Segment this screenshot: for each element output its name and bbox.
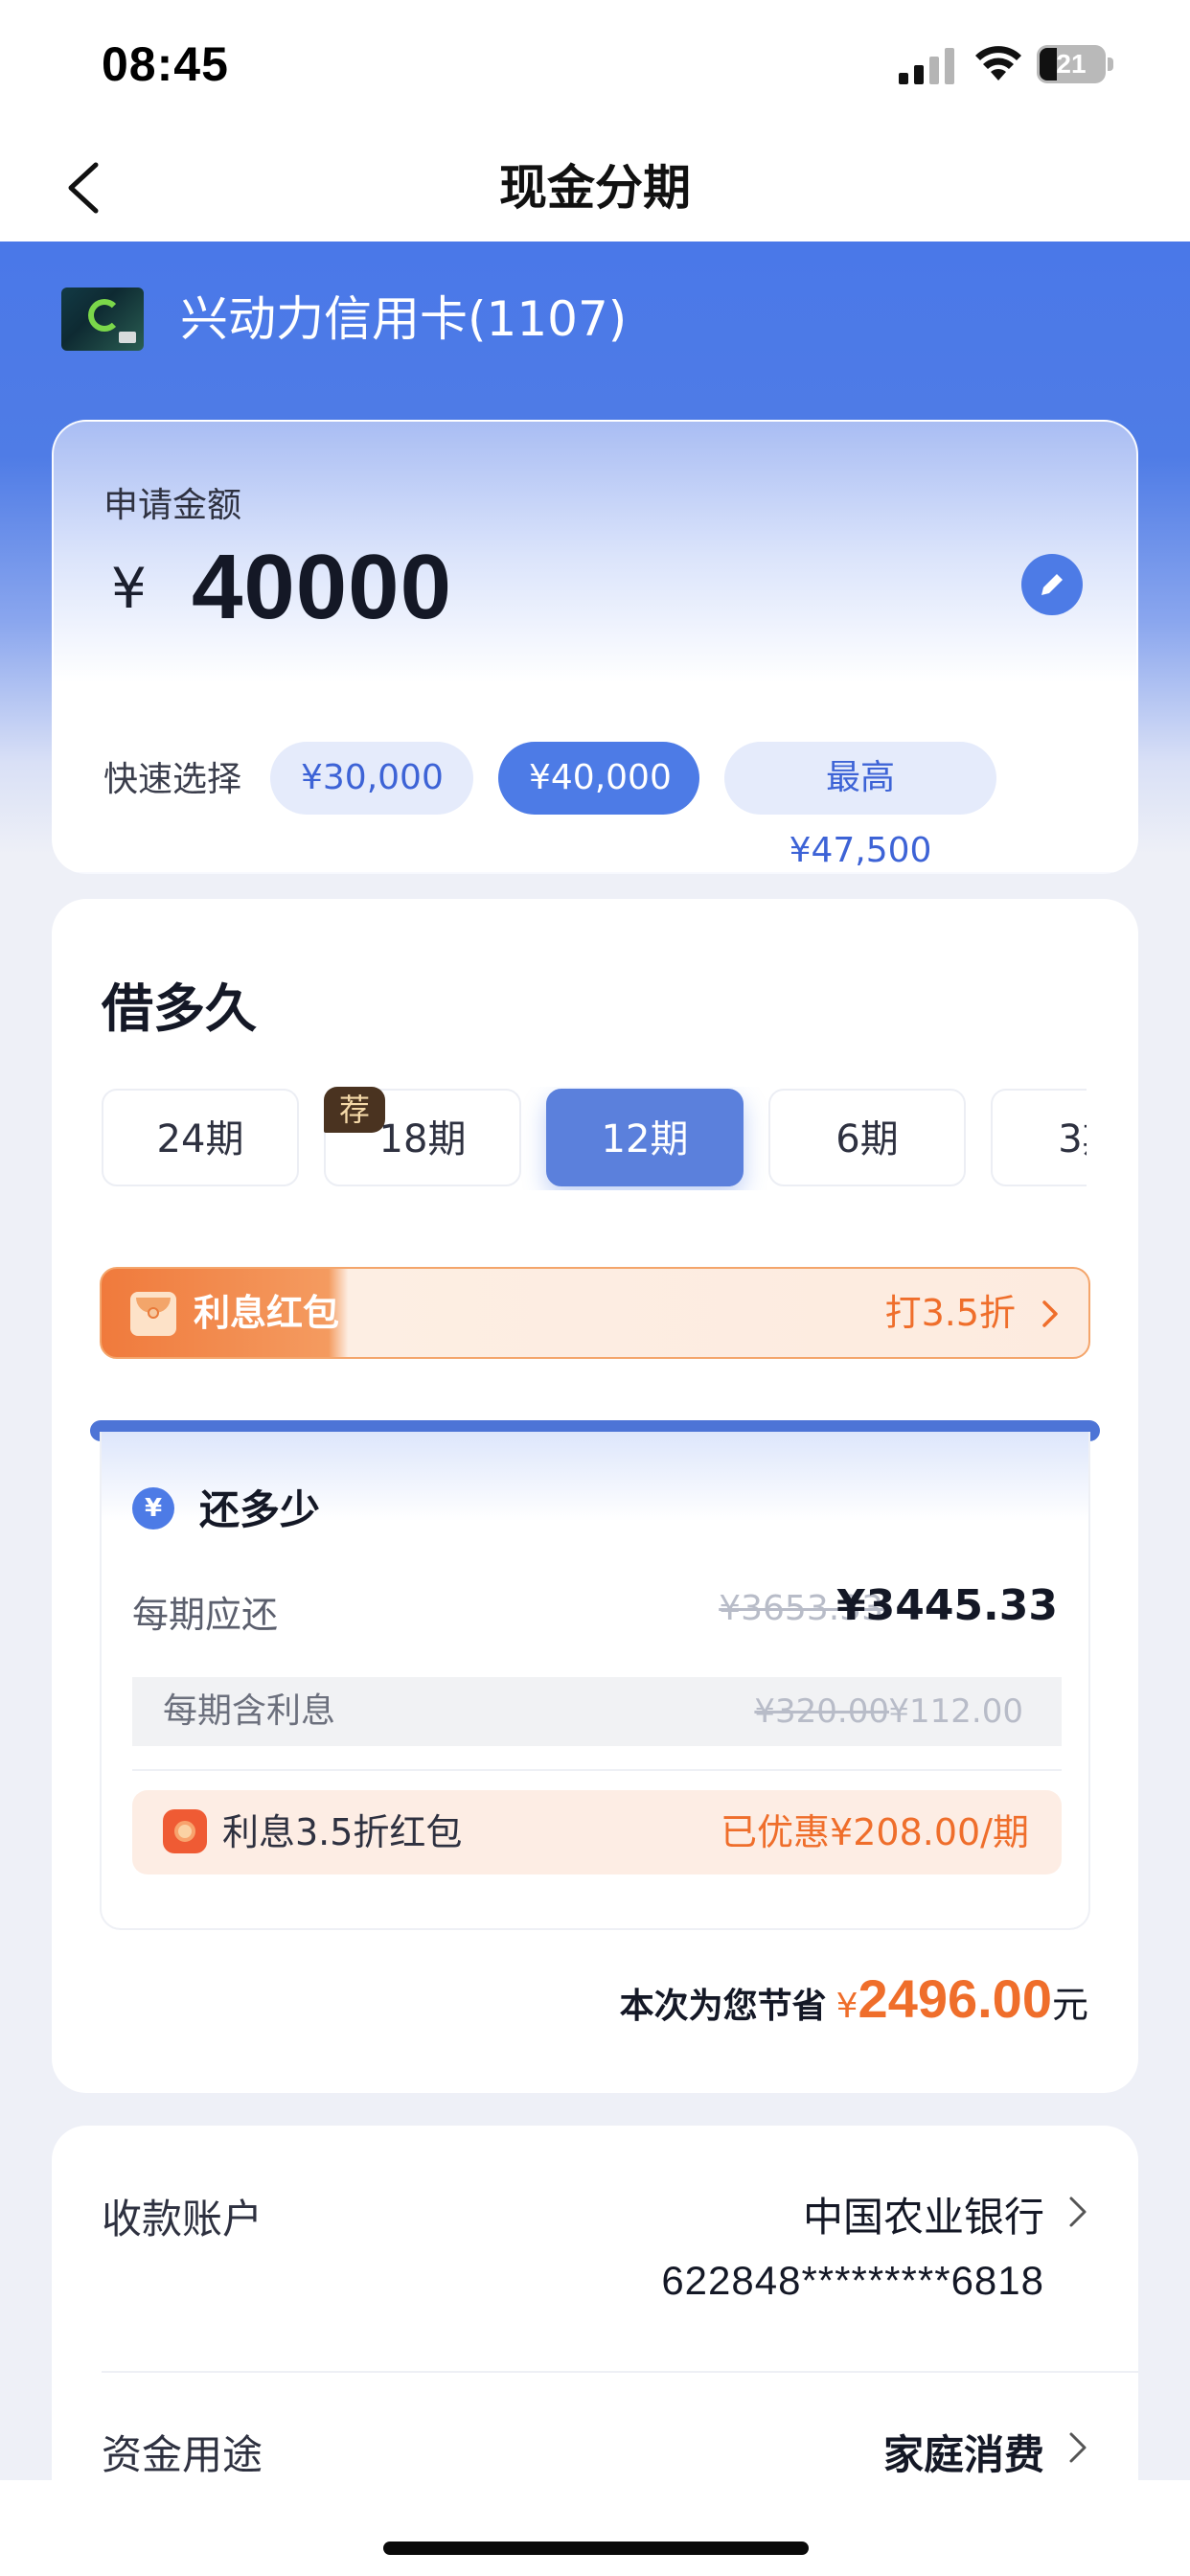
red-envelope-icon <box>163 1809 207 1853</box>
term-option-6[interactable]: 6期 <box>768 1089 966 1186</box>
per-period-label: 每期应还 <box>132 1594 279 1636</box>
quick-option-max[interactable]: 最高¥47,500 <box>724 742 996 870</box>
discount-label: 利息3.5折红包 <box>222 1811 463 1853</box>
page-title: 现金分期 <box>499 160 691 216</box>
repayment-title: 还多少 <box>199 1486 321 1533</box>
loan-term-title: 借多久 <box>102 978 257 1039</box>
savings-summary: 本次为您节省 ¥2496.00元 <box>620 1961 1088 2037</box>
savings-prefix: 本次为您节省 <box>619 1987 827 2026</box>
fund-purpose-label: 资金用途 <box>102 2431 263 2478</box>
term-option-12[interactable]: 12期 <box>546 1089 744 1186</box>
recommend-badge: 荐 <box>324 1087 385 1133</box>
pencil-icon <box>1041 571 1065 595</box>
savings-unit: 元 <box>1051 1984 1088 2026</box>
battery-level: 21 <box>1056 49 1087 79</box>
quick-select-label: 快速选择 <box>103 760 242 799</box>
bank-name[interactable]: 中国农业银行 <box>803 2185 1044 2243</box>
coupon-discount: 打3.5折 <box>884 1292 1016 1334</box>
savings-amount: 2496.00 <box>858 1968 1052 2029</box>
coupon-label: 利息红包 <box>194 1292 340 1334</box>
savings-currency: ¥ <box>835 1987 858 2026</box>
chevron-right-icon <box>1042 1300 1058 1327</box>
credit-card-thumbnail <box>61 288 144 351</box>
term-option-24[interactable]: 24期 <box>102 1089 299 1186</box>
interest-label: 每期含利息 <box>163 1691 336 1731</box>
chevron-right-icon[interactable] <box>1067 2195 1088 2229</box>
loan-term-card: 借多久 24期 18期 12期 6期 3期 荐 利息红包 打3.5折 ¥ 还多少… <box>52 899 1138 2093</box>
card-name: 兴动力信用卡(1107) <box>180 291 628 347</box>
home-indicator-area <box>0 2480 1190 2576</box>
status-time: 08:45 <box>102 37 229 91</box>
amount-card: 申请金额 ¥ 40000 快速选择 ¥30,000 ¥40,000 最高¥47,… <box>52 420 1138 874</box>
red-envelope-icon <box>130 1292 176 1336</box>
term-option-3[interactable]: 3期 <box>991 1089 1087 1186</box>
signal-icon <box>899 48 954 84</box>
fund-purpose-value[interactable]: 家庭消费 <box>883 2423 1044 2481</box>
edit-amount-button[interactable] <box>1021 554 1083 615</box>
chevron-right-icon[interactable] <box>1067 2430 1088 2465</box>
currency-symbol: ¥ <box>111 556 147 621</box>
per-period-amount: ¥3445.33 <box>835 1581 1058 1630</box>
discount-value: 已优惠¥208.00/期 <box>721 1811 1029 1853</box>
amount-value[interactable]: 40000 <box>192 535 452 640</box>
money-bag-icon: ¥ <box>132 1487 174 1530</box>
wifi-icon <box>975 46 1021 80</box>
status-bar: 08:45 21 <box>0 0 1190 134</box>
discount-row: 利息3.5折红包 已优惠¥208.00/期 <box>132 1790 1062 1874</box>
divider <box>132 1769 1062 1771</box>
interest-amount: ¥112.00 <box>888 1692 1023 1731</box>
quick-option-30000[interactable]: ¥30,000 <box>270 742 473 815</box>
receiving-account-label: 收款账户 <box>102 2196 263 2242</box>
amount-label: 申请金额 <box>103 486 242 525</box>
interest-coupon-bar[interactable]: 利息红包 打3.5折 <box>100 1267 1090 1359</box>
nav-bar: 现金分期 <box>0 134 1190 242</box>
quick-option-40000[interactable]: ¥40,000 <box>498 742 699 815</box>
divider <box>102 2371 1138 2373</box>
interest-original: ¥320.00 <box>754 1692 889 1731</box>
term-selector[interactable]: 24期 18期 12期 6期 3期 <box>100 1087 1087 1190</box>
battery-icon: 21 <box>1037 45 1113 83</box>
chevron-left-icon[interactable] <box>57 157 115 218</box>
home-indicator[interactable] <box>383 2542 809 2555</box>
account-number: 622848*********6818 <box>661 2258 1044 2303</box>
repayment-box: ¥ 还多少 每期应还 ¥3653.33 ¥3445.33 每期含利息 ¥320.… <box>100 1432 1090 1930</box>
interest-row: 每期含利息 ¥320.00 ¥112.00 <box>132 1677 1062 1746</box>
